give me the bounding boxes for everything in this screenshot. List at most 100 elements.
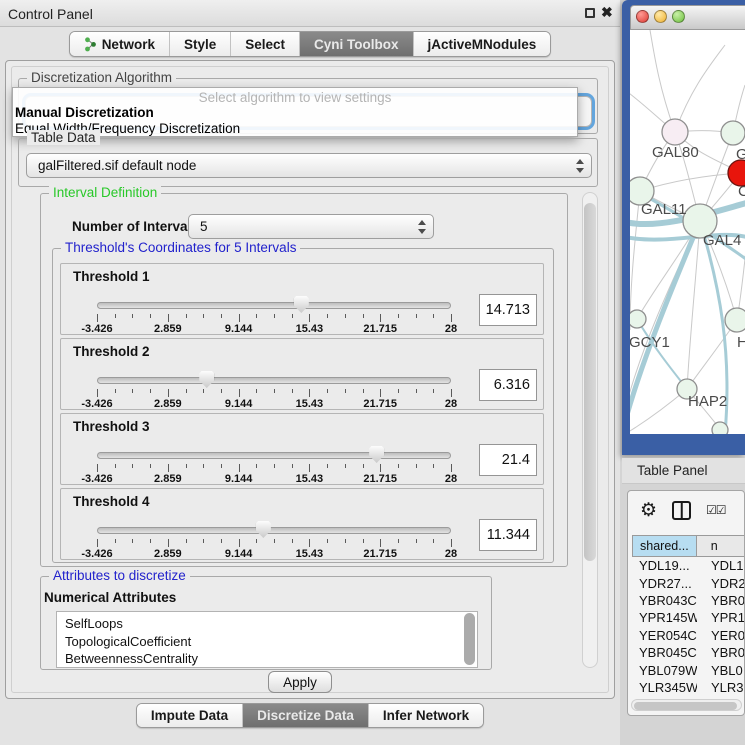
column-header-shared[interactable]: shared...: [632, 535, 697, 557]
scale-label: 28: [445, 473, 457, 485]
scale-label: -3.426: [81, 473, 112, 485]
node-label-gal4: GAL4: [703, 232, 741, 249]
tab-label: jActiveMNodules: [428, 37, 537, 52]
columns-icon[interactable]: [672, 501, 691, 520]
table-row[interactable]: YPR145WYPR1: [632, 609, 745, 626]
network-canvas[interactable]: GAL80 GA C GAL11 GAL4 GCY1 H HAP2: [630, 30, 745, 434]
table-row[interactable]: YER054CYER0: [632, 627, 745, 644]
node-label-gal11: GAL11: [641, 201, 687, 218]
attribute-list-item[interactable]: TopologicalCoefficient: [65, 633, 477, 651]
algorithm-option-manual[interactable]: Manual Discretization: [13, 105, 577, 121]
table-header-row: shared... n: [632, 535, 745, 557]
bottom-tab-infer-network[interactable]: Infer Network: [369, 704, 483, 727]
slider-track[interactable]: [97, 527, 451, 534]
cell-name: YBR0: [697, 593, 745, 608]
panel-scrollbar-thumb[interactable]: [584, 203, 596, 561]
slider-scale-labels: -3.4262.8599.14415.4321.71528: [97, 398, 451, 412]
window-minimize-icon[interactable]: [654, 10, 667, 23]
network-graph: GAL80 GA C GAL11 GAL4 GCY1 H HAP2: [630, 30, 745, 434]
slider-track[interactable]: [97, 377, 451, 384]
slider-track[interactable]: [97, 302, 451, 309]
table-row[interactable]: YLR345WYLR3: [632, 679, 745, 696]
slider-thumb[interactable]: [256, 521, 271, 538]
threshold-value-field[interactable]: 11.344: [479, 519, 537, 551]
algorithm-placeholder-text: Select algorithm to view settings: [13, 90, 577, 105]
slider-thumb[interactable]: [294, 296, 309, 313]
close-icon[interactable]: ✖: [601, 4, 613, 21]
tab-label: Select: [245, 37, 285, 52]
bottom-tab-impute-data[interactable]: Impute Data: [137, 704, 243, 727]
slider-ticks: [97, 539, 451, 548]
cell-shared-name: YBR043C: [632, 593, 697, 608]
tab-jactivemnodules[interactable]: jActiveMNodules: [414, 32, 551, 56]
tab-cyni-toolbox[interactable]: Cyni Toolbox: [300, 32, 414, 56]
node-right-mid: [725, 308, 745, 332]
cell-shared-name: YER054C: [632, 628, 697, 643]
cell-shared-name: YLR345W: [632, 680, 697, 695]
window-close-icon[interactable]: [636, 10, 649, 23]
scale-label: 9.144: [225, 473, 253, 485]
slider-ticks: [97, 389, 451, 398]
cell-shared-name: YBL079W: [632, 663, 697, 678]
node-gal80: [662, 119, 688, 145]
tab-label: Style: [184, 37, 216, 52]
threshold-panel: Threshold 1 -3.4262.8599.14415.4321.7152…: [60, 263, 544, 335]
checkboxes-icon[interactable]: ☑☑: [706, 503, 726, 517]
slider-scale-labels: -3.4262.8599.14415.4321.71528: [97, 323, 451, 337]
tab-style[interactable]: Style: [170, 32, 231, 56]
slider-track[interactable]: [97, 452, 451, 459]
numerical-attributes-list[interactable]: SelfLoopsTopologicalCoefficientBetweenne…: [56, 611, 478, 668]
threshold-value-field[interactable]: 6.316: [479, 369, 537, 401]
node-gcy1: [630, 310, 646, 328]
attribute-list-item[interactable]: SelfLoops: [65, 615, 477, 633]
cell-shared-name: YDL19...: [632, 558, 697, 573]
attribute-list-item[interactable]: BetweennessCentrality: [65, 650, 477, 668]
cell-name: YBL0: [697, 663, 745, 678]
cell-name: YDL1: [697, 558, 745, 573]
bottom-tab-label: Infer Network: [383, 708, 469, 723]
cell-name: YER0: [697, 628, 745, 643]
interval-definition-group-title: Interval Definition: [49, 185, 161, 200]
tab-network[interactable]: Network: [70, 32, 170, 56]
number-of-intervals-combobox[interactable]: 5: [188, 214, 434, 239]
cell-name: YPR1: [697, 610, 745, 625]
table-row[interactable]: YBR045CYBR0: [632, 644, 745, 661]
node-top-right: [721, 121, 745, 145]
gear-icon[interactable]: ⚙: [640, 501, 657, 520]
scale-label: 21.715: [363, 473, 397, 485]
table-data-combobox[interactable]: galFiltered.sif default node: [26, 153, 592, 178]
tab-select[interactable]: Select: [231, 32, 300, 56]
table-row[interactable]: YBR043CYBR0: [632, 592, 745, 609]
table-row[interactable]: YDL19...YDL1: [632, 557, 745, 574]
attributes-list-scrollbar[interactable]: [464, 613, 475, 665]
window-zoom-icon[interactable]: [672, 10, 685, 23]
bottom-tab-bar: Impute DataDiscretize Data Infer Network: [0, 703, 620, 729]
node-label-partial-h: H: [737, 334, 745, 351]
table-hscrollbar-track[interactable]: [631, 699, 742, 711]
table-panel: ⚙ ☑☑ shared... n YDL19...YDL1YDR27...YDR…: [627, 490, 745, 716]
scale-label: 28: [445, 323, 457, 335]
table-row[interactable]: YBL079WYBL0: [632, 661, 745, 678]
cell-shared-name: YDR27...: [632, 576, 697, 591]
column-header-name[interactable]: n: [697, 535, 745, 557]
scale-label: 21.715: [363, 323, 397, 335]
control-panel-title: Control Panel: [8, 6, 93, 22]
cell-shared-name: YPR145W: [632, 610, 697, 625]
table-data-group: Table Data galFiltered.sif default node: [18, 138, 598, 187]
threshold-value-field[interactable]: 21.4: [479, 444, 537, 476]
float-window-icon[interactable]: [585, 8, 595, 18]
bottom-tab-discretize-data[interactable]: Discretize Data: [243, 704, 369, 727]
node-bottom: [712, 422, 728, 434]
node-label-partial-c: C: [738, 183, 745, 200]
node-label-hap2: HAP2: [688, 393, 727, 410]
table-hscrollbar-thumb[interactable]: [634, 702, 737, 710]
apply-button[interactable]: Apply: [268, 671, 332, 693]
slider-thumb[interactable]: [199, 371, 214, 388]
threshold-value-field[interactable]: 14.713: [479, 294, 537, 326]
cell-shared-name: YBR045C: [632, 645, 697, 660]
threshold-panel: Threshold 4 -3.4262.8599.14415.4321.7152…: [60, 488, 544, 560]
thresholds-group-title: Threshold's Coordinates for 5 Intervals: [61, 240, 300, 255]
table-row[interactable]: YDR27...YDR2: [632, 574, 745, 591]
slider-thumb[interactable]: [369, 446, 384, 463]
scale-label: 2.859: [154, 398, 182, 410]
